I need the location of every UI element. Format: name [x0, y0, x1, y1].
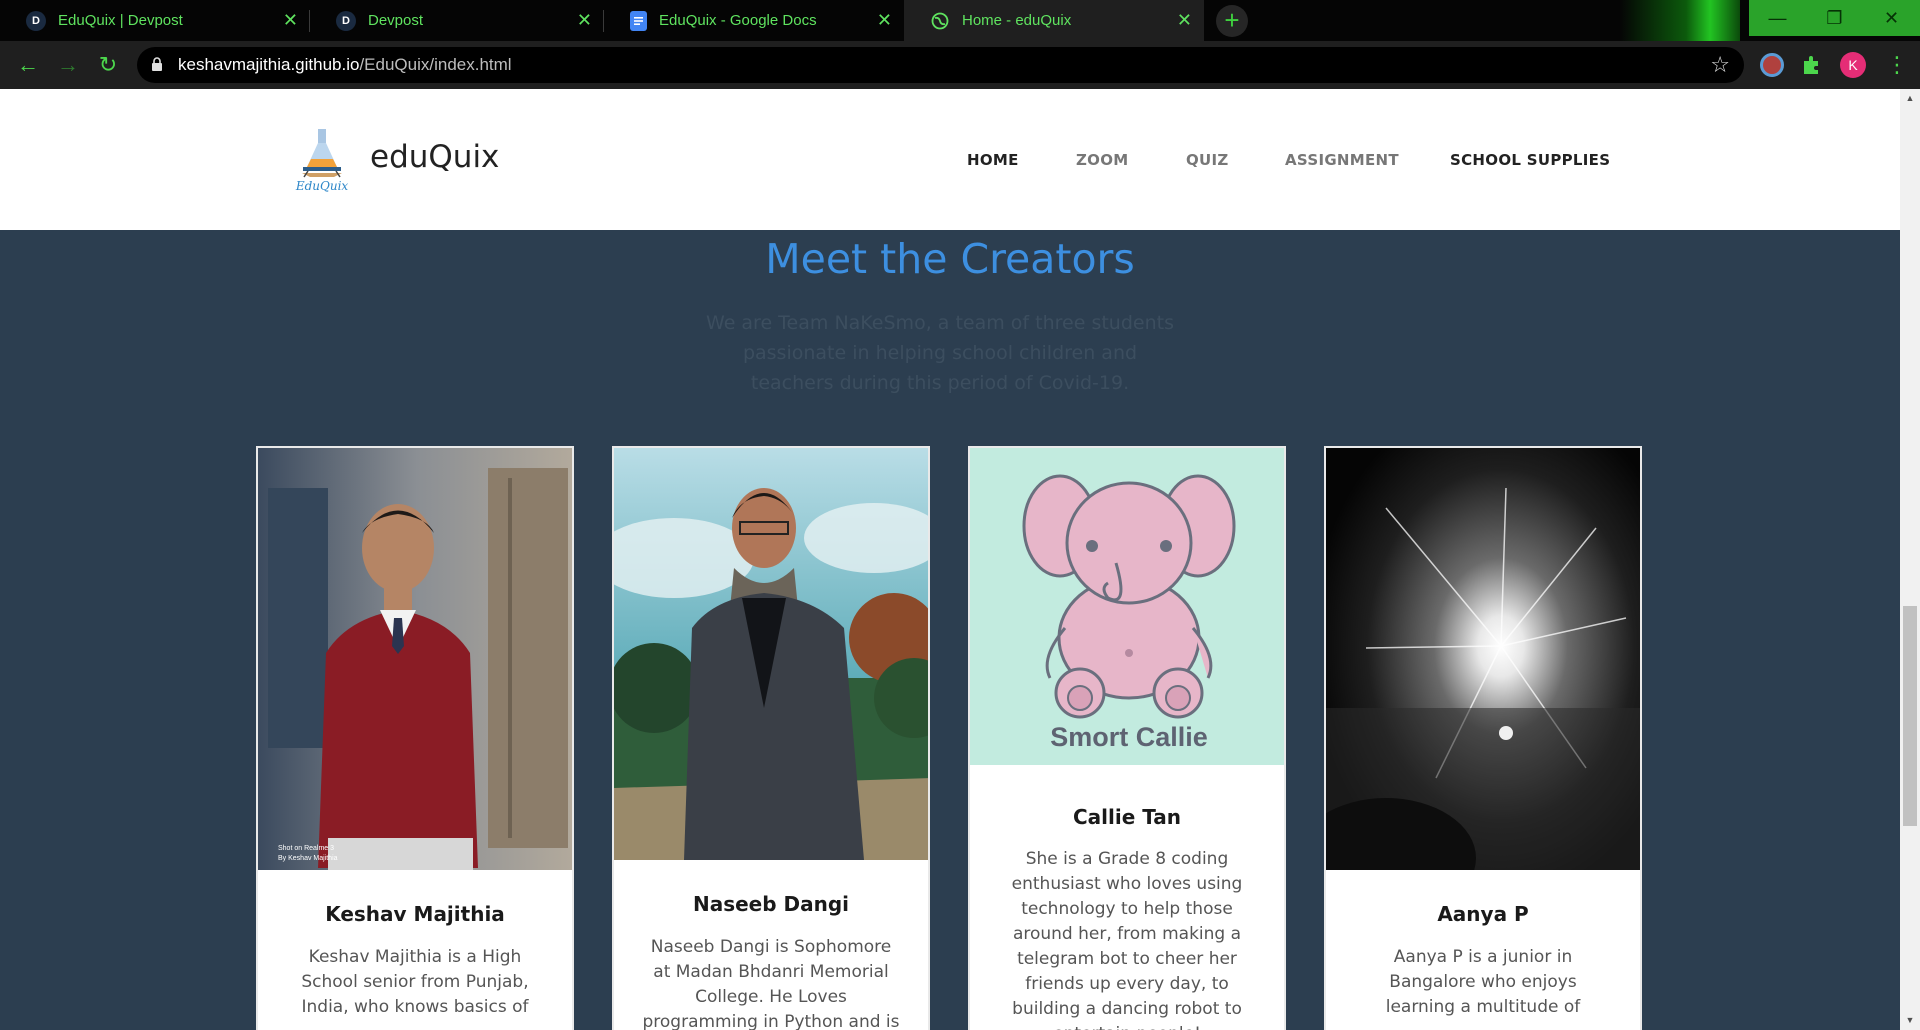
- nav-home[interactable]: HOME: [967, 151, 1019, 169]
- page-viewport: EduQuix eduQuix HOME ZOOM QUIZ ASSIGNMEN…: [0, 89, 1900, 1030]
- creator-bio: Keshav Majithia is a High School senior …: [301, 947, 529, 1017]
- tab-title: EduQuix - Google Docs: [659, 12, 817, 29]
- creator-photo: [1326, 448, 1640, 870]
- scroll-up-arrow-icon[interactable]: ▲: [1900, 93, 1920, 103]
- bookmark-star-icon[interactable]: ☆: [1710, 52, 1730, 78]
- url-path: /EduQuix/index.html: [359, 55, 512, 74]
- browser-tab-devpost[interactable]: D Devpost ✕: [310, 0, 604, 41]
- creator-card: Smort Callie Callie Tan She is a Grade 8…: [968, 446, 1286, 1030]
- photo-watermark: Shot on Realme 3: [278, 845, 334, 852]
- scrollbar-thumb[interactable]: [1903, 606, 1917, 826]
- close-tab-icon[interactable]: ✕: [283, 10, 298, 30]
- devpost-favicon-icon: D: [336, 10, 356, 31]
- nav-quiz[interactable]: QUIZ: [1186, 151, 1229, 169]
- address-bar[interactable]: keshavmajithia.github.io/EduQuix/index.h…: [137, 47, 1744, 83]
- browser-menu-icon[interactable]: ⋮: [1886, 52, 1908, 78]
- url-host: keshavmajithia.github.io: [178, 55, 360, 74]
- eduquix-logo[interactable]: EduQuix: [294, 127, 350, 193]
- creator-card: Naseeb Dangi Naseeb Dangi is Sophomore a…: [612, 446, 930, 1030]
- creator-bio: Naseeb Dangi is Sophomore at Madan Bhdan…: [642, 937, 900, 1030]
- background-glow: [1620, 0, 1740, 41]
- creator-photo: [614, 448, 928, 860]
- browser-tab-bar: D EduQuix | Devpost ✕ D Devpost ✕ EduQui…: [0, 0, 1920, 41]
- browser-tab-eduquix-devpost[interactable]: D EduQuix | Devpost ✕: [0, 0, 310, 41]
- section-subtitle: We are Team NaKeSmo, a team of three stu…: [706, 312, 1174, 394]
- close-window-button[interactable]: ✕: [1863, 0, 1920, 36]
- tab-title: Home - eduQuix: [962, 12, 1072, 29]
- brand-name[interactable]: eduQuix: [370, 139, 499, 175]
- new-tab-button[interactable]: +: [1216, 5, 1248, 37]
- creator-photo: Smort Callie: [970, 448, 1284, 765]
- nav-zoom[interactable]: ZOOM: [1076, 151, 1129, 169]
- creator-name: Aanya P: [1437, 902, 1529, 926]
- close-tab-icon[interactable]: ✕: [877, 10, 892, 30]
- forward-arrow-icon[interactable]: →: [54, 51, 82, 79]
- site-header: EduQuix eduQuix HOME ZOOM QUIZ ASSIGNMEN…: [0, 89, 1900, 230]
- photo-watermark: By Keshav Majithia: [278, 855, 338, 862]
- scroll-down-arrow-icon[interactable]: ▼: [1900, 1015, 1920, 1025]
- profile-avatar[interactable]: K: [1840, 52, 1866, 78]
- elephant-illustration: [1022, 474, 1236, 719]
- logo-text: EduQuix: [295, 179, 349, 193]
- tab-title: EduQuix | Devpost: [58, 12, 183, 29]
- restore-button[interactable]: ❐: [1806, 0, 1863, 36]
- globe-icon: [930, 11, 950, 31]
- photo-caption: Smort Callie: [1050, 722, 1208, 752]
- browser-toolbar: ← → ↻ keshavmajithia.github.io/EduQuix/i…: [0, 41, 1920, 89]
- back-arrow-icon[interactable]: ←: [14, 51, 42, 79]
- close-tab-icon[interactable]: ✕: [1177, 10, 1192, 30]
- creator-bio: She is a Grade 8 coding enthusiast who l…: [1011, 849, 1243, 1030]
- creator-bio: Aanya P is a junior in Bangalore who enj…: [1385, 947, 1581, 1017]
- minimize-button[interactable]: —: [1749, 0, 1806, 36]
- creator-name: Callie Tan: [1072, 805, 1182, 829]
- reload-icon[interactable]: ↻: [94, 51, 122, 79]
- creator-photo: Shot on Realme 3 By Keshav Majithia: [258, 448, 572, 870]
- url-text: keshavmajithia.github.io/EduQuix/index.h…: [178, 47, 512, 83]
- tab-title: Devpost: [368, 12, 424, 29]
- creator-name: Naseeb Dangi: [692, 892, 850, 916]
- nav-school-supplies[interactable]: SCHOOL SUPPLIES: [1450, 151, 1610, 169]
- docs-icon: [630, 10, 647, 31]
- devpost-favicon-icon: D: [26, 10, 46, 31]
- extensions-puzzle-icon[interactable]: [1800, 53, 1824, 77]
- creator-card: Shot on Realme 3 By Keshav Majithia Kesh…: [256, 446, 574, 1030]
- browser-tab-google-docs[interactable]: EduQuix - Google Docs ✕: [604, 0, 904, 41]
- page-scrollbar[interactable]: ▲ ▼: [1900, 89, 1920, 1030]
- lock-icon: [152, 57, 162, 71]
- nav-assignment[interactable]: ASSIGNMENT: [1285, 151, 1399, 169]
- close-tab-icon[interactable]: ✕: [577, 10, 592, 30]
- extension-glasses-icon[interactable]: [1760, 53, 1784, 77]
- browser-tab-home-eduquix[interactable]: Home - eduQuix ✕: [904, 0, 1204, 41]
- creator-card: Aanya P Aanya P is a junior in Bangalore…: [1324, 446, 1642, 1030]
- creator-name: Keshav Majithia: [325, 902, 505, 926]
- section-title: Meet the Creators: [765, 235, 1135, 283]
